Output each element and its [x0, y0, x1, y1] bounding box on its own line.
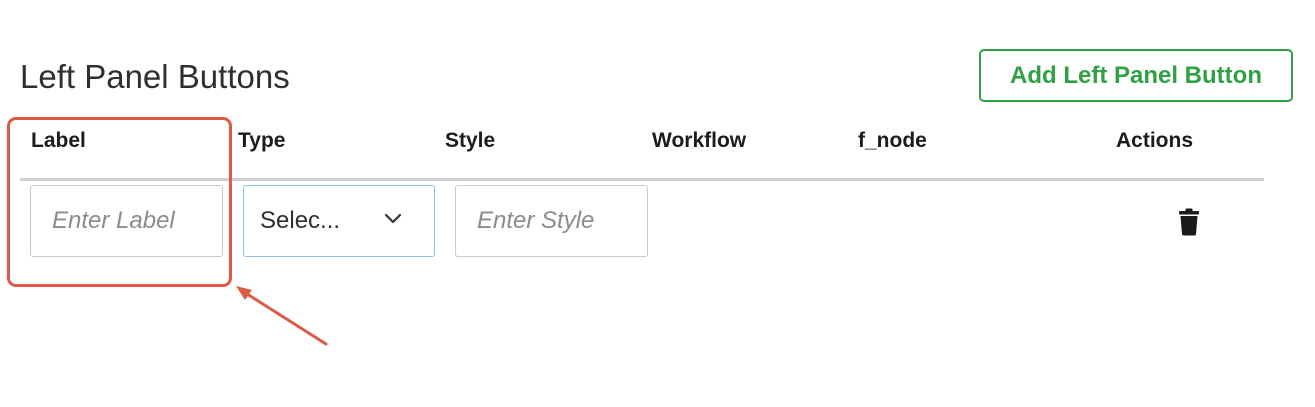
column-header-actions: Actions	[1116, 129, 1194, 152]
left-panel-buttons-page: Left Panel Buttons Add Left Panel Button…	[0, 0, 1315, 407]
chevron-down-icon	[384, 213, 402, 224]
column-header-style: Style	[445, 129, 496, 152]
section-title: Left Panel Buttons	[20, 58, 290, 95]
column-header-f-node: f_node	[858, 129, 927, 152]
trash-icon[interactable]	[1177, 208, 1201, 236]
style-input[interactable]	[455, 185, 648, 257]
add-left-panel-button[interactable]: Add Left Panel Button	[979, 49, 1293, 102]
annotation-arrow-icon	[236, 286, 328, 346]
column-header-type: Type	[238, 129, 286, 152]
type-select[interactable]: Selec...	[243, 185, 435, 257]
annotation-highlight-box	[7, 117, 232, 287]
type-select-value: Selec...	[260, 207, 341, 234]
column-header-workflow: Workflow	[652, 129, 747, 152]
